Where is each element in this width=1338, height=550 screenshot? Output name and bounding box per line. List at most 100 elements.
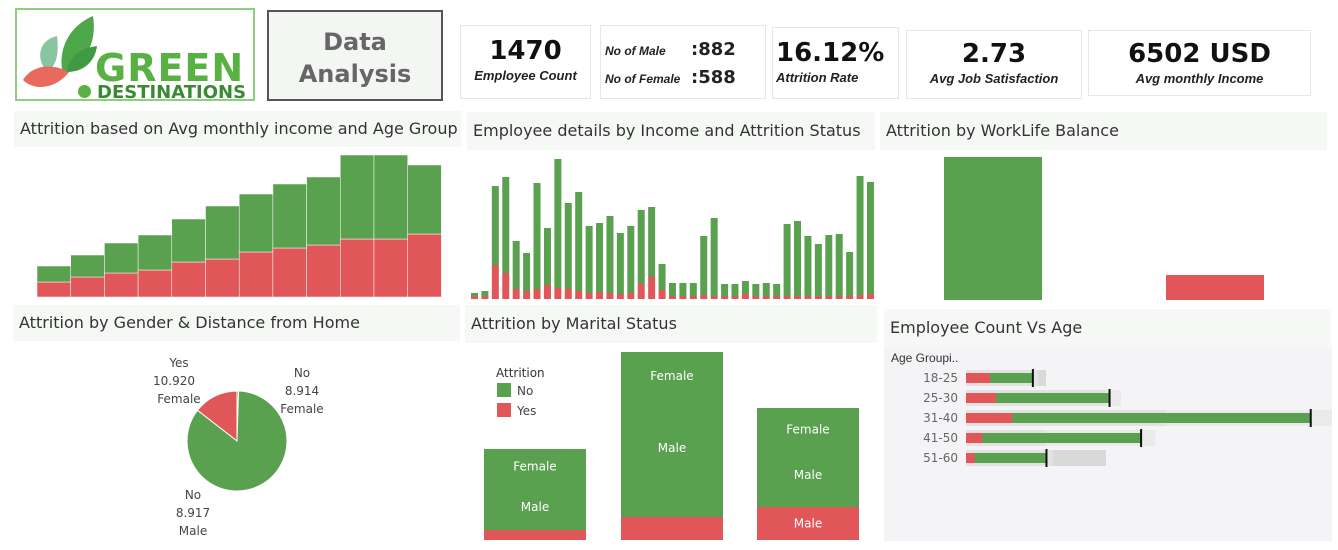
bar-no (171, 218, 206, 263)
bar-no (543, 228, 551, 285)
svg-text:10.920: 10.920 (153, 374, 195, 388)
bar-yes (966, 433, 983, 443)
bar-no (523, 253, 531, 291)
bar-yes (564, 289, 572, 299)
bar-yes (585, 293, 593, 299)
svg-text:Female: Female (157, 392, 200, 406)
svg-text:Female: Female (280, 402, 323, 416)
bar-yes (700, 295, 708, 299)
bar-yes (616, 294, 624, 299)
bar-yes (966, 453, 975, 463)
bar-no (721, 284, 729, 296)
age-group-label: 41-50 (923, 431, 958, 445)
chart4-pie: Yes 10.920 Female No 8.914 Female No 8.9… (153, 356, 324, 538)
bar-yes (137, 269, 173, 298)
female-label: No of Female (605, 72, 681, 86)
bar-yes (966, 393, 996, 403)
bar-no (679, 283, 687, 296)
logo: GREEN DESTINATIONS (15, 8, 255, 103)
bar-no (596, 223, 604, 292)
pie-label-yes-female: Yes 10.920 Female (153, 356, 201, 406)
bar-no (700, 236, 708, 295)
bar-no (658, 264, 666, 290)
chart2-bars (471, 159, 874, 299)
bar-no (710, 218, 718, 296)
svg-text:8.914: 8.914 (285, 384, 319, 398)
bar-yes (835, 296, 843, 299)
bar-yes (340, 238, 375, 298)
bar-no (794, 221, 802, 296)
segment-label: Female (650, 369, 693, 383)
bar-yes (502, 273, 510, 299)
bar-no (616, 233, 624, 294)
bar-yes (804, 296, 812, 299)
bar-no (944, 157, 1042, 300)
page-title: Data Analysis (267, 10, 443, 101)
bar-no (137, 234, 173, 271)
kpi-attrition-rate: 16.12% Attrition Rate (772, 27, 899, 99)
segment-label: Male (794, 517, 822, 531)
bar-yes (866, 294, 874, 299)
bar-no (966, 433, 1142, 443)
title-line1: Data (323, 28, 387, 56)
bar-yes (533, 289, 541, 299)
chart6-bullet: 18-25 25-30 31-40 41-50 51-60 (923, 369, 1332, 467)
bar-no (866, 182, 874, 294)
legend-label-yes: Yes (516, 404, 536, 418)
bar-no (533, 183, 541, 289)
bar-no (373, 154, 408, 240)
chart3-worklife (944, 157, 1264, 300)
bar-no (825, 235, 833, 296)
kpi-value: 2.73 (961, 39, 1027, 69)
segment-label: Male (658, 441, 686, 455)
pie-label-no-female: No 8.914 Female (280, 366, 323, 416)
bar-no (554, 159, 562, 288)
bar-yes (491, 265, 499, 299)
bar-yes (1166, 275, 1264, 300)
bar-yes (575, 291, 583, 299)
bar-yes (966, 413, 1013, 423)
bar-yes (36, 281, 71, 298)
bar-yes (710, 296, 718, 299)
bar-no (773, 284, 781, 296)
chart1-bars (36, 154, 442, 298)
bar-no (564, 203, 572, 289)
bar-yes (523, 291, 531, 299)
bar-yes (637, 284, 645, 299)
segment-label: Male (794, 468, 822, 482)
bar-no (648, 207, 656, 277)
male-label: No of Male (605, 44, 666, 58)
bar-no (238, 193, 274, 253)
bar-no (627, 226, 635, 293)
bar-yes (814, 296, 822, 299)
bar-no (104, 242, 139, 274)
kpi-job-satisfaction: 2.73 Avg Job Satisfaction (906, 30, 1082, 99)
female-value: :588 (691, 67, 736, 88)
svg-text:Male: Male (179, 524, 207, 538)
target-marker (1108, 389, 1111, 407)
bar-no (846, 252, 854, 296)
kpi-label: Attrition Rate (776, 70, 859, 85)
target-marker (1045, 449, 1048, 467)
bar-no (512, 241, 520, 289)
bar-yes (627, 293, 635, 299)
bar-no (306, 176, 341, 246)
bar-yes (205, 258, 240, 298)
bar-no (36, 265, 71, 283)
bar-yes (846, 296, 854, 299)
bar-no (835, 234, 843, 296)
target-marker (1309, 409, 1312, 427)
bar-yes (794, 296, 802, 299)
bar-no (668, 283, 676, 296)
bar-no (689, 283, 697, 296)
bar-yes (648, 277, 656, 299)
legend-swatch-no (497, 383, 511, 397)
bar-no (741, 281, 749, 294)
pie-label-no-male: No 8.917 Male (176, 488, 210, 538)
bar-yes (679, 296, 687, 299)
bar-yes (543, 285, 551, 299)
logo-bottom-text: DESTINATIONS (97, 82, 247, 103)
bar-no (70, 254, 105, 278)
chart6-title: Employee Count Vs Age (884, 309, 1331, 347)
bar-yes (481, 296, 489, 299)
